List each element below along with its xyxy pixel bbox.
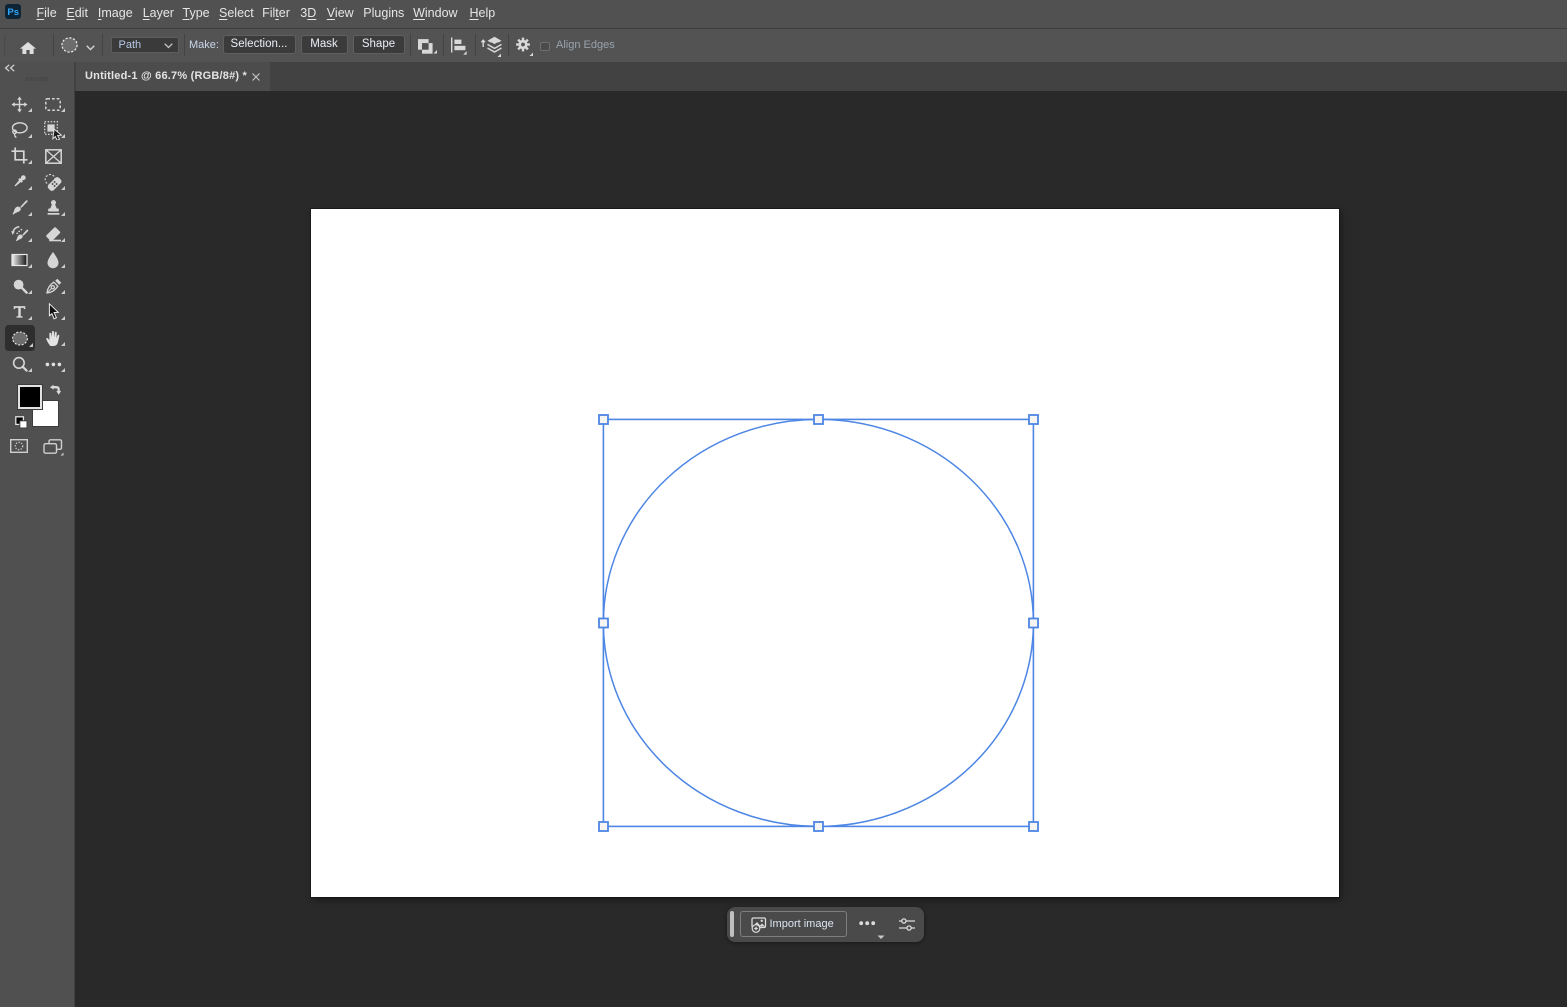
svg-text:Ps: Ps [7, 7, 19, 18]
